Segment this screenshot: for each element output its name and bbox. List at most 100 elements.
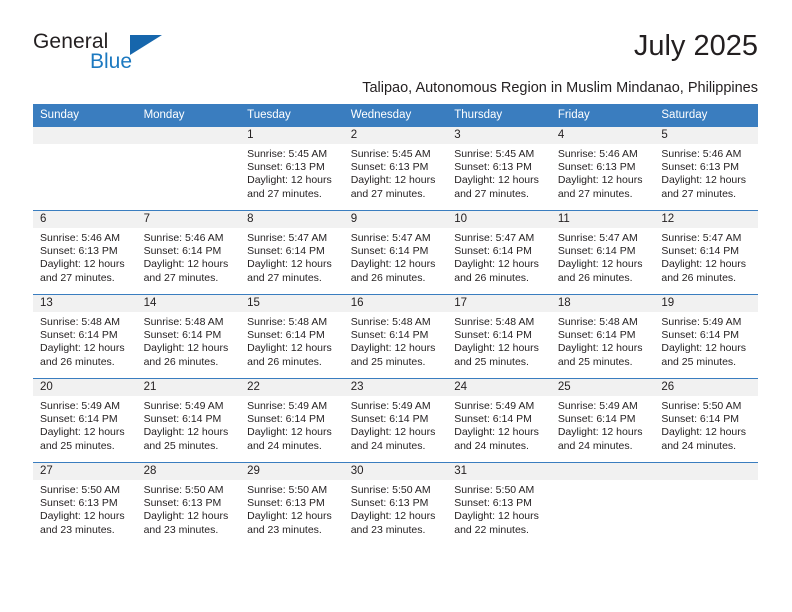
calendar-day-cell[interactable]: 30 Sunrise: 5:50 AM Sunset: 6:13 PM Dayligh… bbox=[343, 462, 448, 546]
calendar-day-cell[interactable]: 15 Sunrise: 5:48 AM Sunset: 6:14 PM Dayligh… bbox=[240, 294, 344, 379]
day-cell-inner bbox=[136, 127, 241, 210]
calendar-day-cell[interactable]: 21 Sunrise: 5:49 AM Sunset: 6:14 PM Dayligh… bbox=[136, 378, 241, 463]
daylight-duration-line1: Daylight: 12 hours bbox=[247, 342, 332, 355]
daylight-duration-line1: Daylight: 12 hours bbox=[661, 174, 747, 187]
calendar-day-cell[interactable]: 5 Sunrise: 5:46 AM Sunset: 6:13 PM Daylight… bbox=[654, 126, 758, 211]
logo-triangle-icon bbox=[130, 35, 162, 55]
calendar-day-cell[interactable]: 8 Sunrise: 5:47 AM Sunset: 6:14 PM Daylight… bbox=[240, 210, 344, 295]
day-cell-inner bbox=[33, 127, 137, 210]
calendar-day-cell[interactable]: 10 Sunrise: 5:47 AM Sunset: 6:14 PM Dayligh… bbox=[447, 210, 551, 295]
day-number: 29 bbox=[240, 463, 344, 480]
day-cell-inner: 17 Sunrise: 5:48 AM Sunset: 6:14 PM Dayligh… bbox=[447, 295, 551, 378]
sunset-time: Sunset: 6:14 PM bbox=[661, 413, 740, 426]
calendar-day-cell[interactable]: 26 Sunrise: 5:50 AM Sunset: 6:14 PM Dayligh… bbox=[654, 378, 758, 463]
day-number: 19 bbox=[654, 295, 758, 312]
sunset-time: Sunset: 6:13 PM bbox=[143, 497, 222, 510]
calendar-day-cell[interactable]: 28 Sunrise: 5:50 AM Sunset: 6:13 PM Dayligh… bbox=[136, 462, 241, 546]
daylight-duration-line2: and 24 minutes. bbox=[247, 439, 322, 452]
day-number: 30 bbox=[343, 463, 448, 480]
day-cell-inner: 10 Sunrise: 5:47 AM Sunset: 6:14 PM Dayligh… bbox=[447, 211, 551, 294]
calendar-day-cell[interactable]: 3 Sunrise: 5:45 AM Sunset: 6:13 PM Daylight… bbox=[447, 126, 551, 211]
day-details: Sunrise: 5:48 AM Sunset: 6:14 PM Daylight:… bbox=[137, 312, 241, 369]
sunrise-time: Sunrise: 5:47 AM bbox=[247, 232, 328, 244]
calendar-day-cell[interactable]: 12 Sunrise: 5:47 AM Sunset: 6:14 PM Dayligh… bbox=[654, 210, 758, 295]
calendar-day-cell[interactable]: 29 Sunrise: 5:50 AM Sunset: 6:13 PM Dayligh… bbox=[240, 462, 344, 546]
general-blue-logo[interactable]: General Blue bbox=[33, 30, 173, 78]
daylight-duration-line1: Daylight: 12 hours bbox=[350, 342, 436, 355]
calendar-header-row: Sunday Monday Tuesday Wednesday Thursday… bbox=[33, 104, 758, 127]
day-cell-inner: 4 Sunrise: 5:46 AM Sunset: 6:13 PM Daylight… bbox=[550, 127, 655, 210]
daylight-duration-line2: and 26 minutes. bbox=[661, 271, 737, 284]
daylight-duration-line1: Daylight: 12 hours bbox=[454, 510, 539, 523]
calendar-day-cell[interactable]: 17 Sunrise: 5:48 AM Sunset: 6:14 PM Dayligh… bbox=[447, 294, 551, 379]
day-number: 8 bbox=[240, 211, 344, 228]
calendar-day-cell[interactable]: 23 Sunrise: 5:49 AM Sunset: 6:14 PM Dayligh… bbox=[343, 378, 448, 463]
sunrise-time: Sunrise: 5:49 AM bbox=[557, 400, 638, 412]
daylight-duration-line1: Daylight: 12 hours bbox=[350, 258, 436, 271]
calendar-day-cell[interactable]: 14 Sunrise: 5:48 AM Sunset: 6:14 PM Dayligh… bbox=[136, 294, 241, 379]
sunset-time: Sunset: 6:14 PM bbox=[247, 329, 325, 342]
calendar-day-cell[interactable]: 22 Sunrise: 5:49 AM Sunset: 6:14 PM Dayligh… bbox=[240, 378, 344, 463]
day-number: 31 bbox=[447, 463, 551, 480]
calendar-day-cell[interactable]: 4 Sunrise: 5:46 AM Sunset: 6:13 PM Daylight… bbox=[550, 126, 655, 211]
day-cell-inner bbox=[550, 463, 655, 546]
sunset-time: Sunset: 6:14 PM bbox=[454, 413, 532, 426]
sunrise-time: Sunrise: 5:45 AM bbox=[350, 148, 431, 160]
sunrise-time: Sunrise: 5:49 AM bbox=[247, 400, 328, 412]
sunset-time: Sunset: 6:14 PM bbox=[661, 245, 740, 258]
sunset-time: Sunset: 6:13 PM bbox=[247, 497, 325, 510]
weekday-header-thursday: Thursday bbox=[447, 104, 551, 127]
sunset-time: Sunset: 6:13 PM bbox=[40, 245, 118, 258]
calendar-day-cell[interactable]: 18 Sunrise: 5:48 AM Sunset: 6:14 PM Dayligh… bbox=[550, 294, 655, 379]
calendar-day-cell[interactable]: 19 Sunrise: 5:49 AM Sunset: 6:14 PM Dayligh… bbox=[654, 294, 758, 379]
day-details: Sunrise: 5:49 AM Sunset: 6:14 PM Daylight:… bbox=[551, 396, 655, 453]
daylight-duration-line2: and 22 minutes. bbox=[454, 523, 529, 536]
sunset-time: Sunset: 6:14 PM bbox=[143, 329, 222, 342]
day-number: 9 bbox=[343, 211, 448, 228]
calendar-day-cell[interactable]: 16 Sunrise: 5:48 AM Sunset: 6:14 PM Dayligh… bbox=[343, 294, 448, 379]
day-details: Sunrise: 5:47 AM Sunset: 6:14 PM Daylight:… bbox=[551, 228, 655, 285]
calendar-day-cell[interactable]: 20 Sunrise: 5:49 AM Sunset: 6:14 PM Dayligh… bbox=[33, 378, 137, 463]
calendar-day-cell[interactable]: 31 Sunrise: 5:50 AM Sunset: 6:13 PM Dayligh… bbox=[447, 462, 551, 546]
calendar-day-cell[interactable]: 11 Sunrise: 5:47 AM Sunset: 6:14 PM Dayligh… bbox=[550, 210, 655, 295]
daylight-duration-line1: Daylight: 12 hours bbox=[247, 258, 332, 271]
daylight-duration-line1: Daylight: 12 hours bbox=[454, 426, 539, 439]
day-cell-inner: 27 Sunrise: 5:50 AM Sunset: 6:13 PM Dayligh… bbox=[33, 463, 137, 546]
calendar-day-cell[interactable]: 6 Sunrise: 5:46 AM Sunset: 6:13 PM Daylight… bbox=[33, 210, 137, 295]
sunset-time: Sunset: 6:14 PM bbox=[350, 245, 429, 258]
day-cell-inner: 11 Sunrise: 5:47 AM Sunset: 6:14 PM Dayligh… bbox=[550, 211, 655, 294]
daylight-duration-line2: and 27 minutes. bbox=[661, 187, 737, 200]
sunrise-time: Sunrise: 5:50 AM bbox=[454, 484, 535, 496]
day-number: 20 bbox=[33, 379, 137, 396]
weekday-header-tuesday: Tuesday bbox=[240, 104, 344, 127]
daylight-duration-line2: and 26 minutes. bbox=[247, 355, 322, 368]
day-number bbox=[550, 463, 655, 480]
day-cell-inner: 21 Sunrise: 5:49 AM Sunset: 6:14 PM Dayligh… bbox=[136, 379, 241, 462]
day-number bbox=[33, 127, 137, 144]
daylight-duration-line1: Daylight: 12 hours bbox=[40, 426, 125, 439]
calendar-day-cell[interactable]: 27 Sunrise: 5:50 AM Sunset: 6:13 PM Dayligh… bbox=[33, 462, 137, 546]
sunset-time: Sunset: 6:14 PM bbox=[350, 413, 429, 426]
calendar-day-cell[interactable]: 1 Sunrise: 5:45 AM Sunset: 6:13 PM Daylight… bbox=[240, 126, 344, 211]
sunrise-time: Sunrise: 5:47 AM bbox=[557, 232, 638, 244]
calendar-day-cell[interactable]: 9 Sunrise: 5:47 AM Sunset: 6:14 PM Daylight… bbox=[343, 210, 448, 295]
day-cell-inner bbox=[654, 463, 758, 546]
sunset-time: Sunset: 6:14 PM bbox=[247, 245, 325, 258]
day-number: 5 bbox=[654, 127, 758, 144]
calendar-day-cell[interactable]: 25 Sunrise: 5:49 AM Sunset: 6:14 PM Dayligh… bbox=[550, 378, 655, 463]
sunrise-sunset-calendar: Sunday Monday Tuesday Wednesday Thursday… bbox=[33, 104, 758, 546]
day-details: Sunrise: 5:47 AM Sunset: 6:14 PM Daylight:… bbox=[240, 228, 344, 285]
calendar-day-cell[interactable]: 2 Sunrise: 5:45 AM Sunset: 6:13 PM Daylight… bbox=[343, 126, 448, 211]
day-number: 4 bbox=[550, 127, 655, 144]
sunrise-time: Sunrise: 5:49 AM bbox=[661, 316, 742, 328]
day-cell-inner: 5 Sunrise: 5:46 AM Sunset: 6:13 PM Daylight… bbox=[654, 127, 758, 210]
day-number: 23 bbox=[343, 379, 448, 396]
calendar-day-cell[interactable]: 24 Sunrise: 5:49 AM Sunset: 6:14 PM Dayligh… bbox=[447, 378, 551, 463]
calendar-day-cell[interactable]: 13 Sunrise: 5:48 AM Sunset: 6:14 PM Dayligh… bbox=[33, 294, 137, 379]
day-details: Sunrise: 5:48 AM Sunset: 6:14 PM Daylight:… bbox=[344, 312, 448, 369]
daylight-duration-line2: and 25 minutes. bbox=[454, 355, 529, 368]
weekday-header-friday: Friday bbox=[550, 104, 655, 127]
day-details: Sunrise: 5:45 AM Sunset: 6:13 PM Daylight:… bbox=[447, 144, 551, 201]
day-cell-inner: 29 Sunrise: 5:50 AM Sunset: 6:13 PM Dayligh… bbox=[240, 463, 344, 546]
calendar-day-cell[interactable]: 7 Sunrise: 5:46 AM Sunset: 6:14 PM Daylight… bbox=[136, 210, 241, 295]
